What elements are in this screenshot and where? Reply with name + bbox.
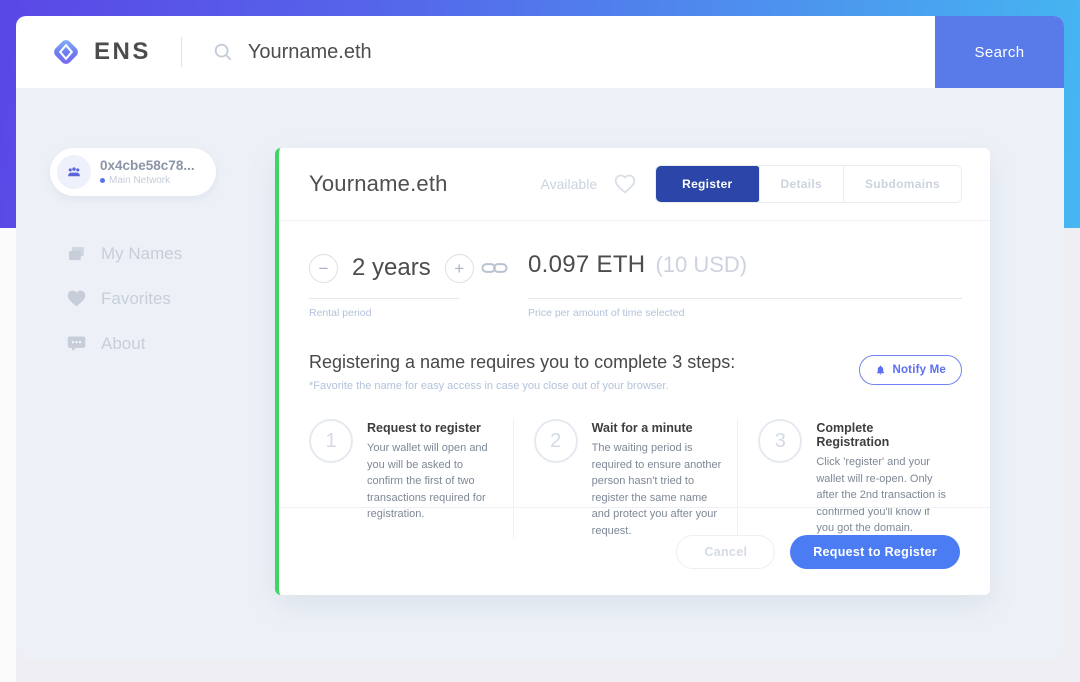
sidebar-item-label: My Names xyxy=(101,244,182,264)
accounts-icon xyxy=(65,163,83,181)
bell-icon xyxy=(875,364,886,376)
sidebar-item-about[interactable]: About xyxy=(66,321,182,366)
rental-underline xyxy=(309,298,459,299)
favorite-heart-icon[interactable] xyxy=(613,172,637,196)
step-1-number: 1 xyxy=(309,419,353,463)
main-panel: 0x4cbe58c78... Main Network My Names xyxy=(16,88,1064,660)
card-footer: Cancel Request to Register xyxy=(279,507,990,595)
search-button[interactable]: Search xyxy=(935,16,1064,88)
chat-icon xyxy=(66,333,88,355)
rental-stepper: − 2 years + xyxy=(309,251,459,285)
step-3-number: 3 xyxy=(758,419,802,463)
card-header: Yourname.eth Available Register Details … xyxy=(279,148,990,221)
sidebar-item-my-names[interactable]: My Names xyxy=(66,231,182,276)
price-underline xyxy=(528,298,962,299)
step-2-number: 2 xyxy=(534,419,578,463)
avatar xyxy=(57,155,91,189)
search-icon xyxy=(212,41,234,63)
sidebar-item-label: About xyxy=(101,334,145,354)
rental-period-field: − 2 years + Rental period xyxy=(309,251,459,319)
steps-heading: Registering a name requires you to compl… xyxy=(309,352,735,373)
steps-heading-row: Registering a name requires you to compl… xyxy=(309,352,962,392)
rental-period-value: 2 years xyxy=(352,254,431,282)
tab-details[interactable]: Details xyxy=(759,166,843,202)
tab-register[interactable]: Register xyxy=(655,165,759,203)
network-dot-icon xyxy=(100,178,105,183)
card-body: − 2 years + Rental period xyxy=(279,221,990,539)
card-header-right: Available Register Details Subdomains xyxy=(541,165,962,203)
names-icon xyxy=(66,243,88,265)
link-icon xyxy=(481,260,508,281)
brand-name: ENS xyxy=(94,38,151,66)
notify-me-label: Notify Me xyxy=(892,364,946,376)
wallet-pill[interactable]: 0x4cbe58c78... Main Network xyxy=(50,148,216,196)
domain-name: Yourname.eth xyxy=(309,171,448,197)
wallet-address: 0x4cbe58c78... xyxy=(100,158,195,173)
availability-status: Available xyxy=(541,176,598,192)
tab-group: Register Details Subdomains xyxy=(655,165,962,203)
domain-card: Yourname.eth Available Register Details … xyxy=(275,148,990,595)
cancel-button[interactable]: Cancel xyxy=(676,535,775,569)
steps-note: *Favorite the name for easy access in ca… xyxy=(309,380,735,392)
price-eth: 0.097 ETH xyxy=(528,251,645,279)
step-title: Wait for a minute xyxy=(592,421,722,435)
ens-app: ENS Search 0x4cbe58c78... xyxy=(0,0,1080,682)
price-line: 0.097 ETH (10 USD) xyxy=(528,251,962,285)
sidebar-item-label: Favorites xyxy=(101,289,171,309)
price-field: 0.097 ETH (10 USD) Price per amount of t… xyxy=(528,251,962,319)
price-usd: (10 USD) xyxy=(655,252,747,278)
steps-heading-block: Registering a name requires you to compl… xyxy=(309,352,735,392)
ens-logo-icon xyxy=(50,36,82,68)
request-to-register-button[interactable]: Request to Register xyxy=(790,535,960,569)
increase-years-button[interactable]: + xyxy=(445,254,474,283)
pricing-row: − 2 years + Rental period xyxy=(309,251,962,319)
header-bar: ENS Search xyxy=(16,16,1064,88)
header-divider xyxy=(181,37,182,67)
sidebar-nav: My Names Favorites xyxy=(66,231,182,366)
price-label: Price per amount of time selected xyxy=(528,307,962,319)
sidebar-item-favorites[interactable]: Favorites xyxy=(66,276,182,321)
left-margin xyxy=(0,228,16,682)
step-title: Complete Registration xyxy=(816,421,946,449)
wallet-info: 0x4cbe58c78... Main Network xyxy=(100,158,195,186)
step-title: Request to register xyxy=(367,421,497,435)
tab-subdomains[interactable]: Subdomains xyxy=(843,166,961,202)
decrease-years-button[interactable]: − xyxy=(309,254,338,283)
network-name: Main Network xyxy=(109,175,170,186)
rental-period-label: Rental period xyxy=(309,307,459,319)
network-row: Main Network xyxy=(100,175,195,186)
notify-me-button[interactable]: Notify Me xyxy=(859,355,962,385)
heart-icon xyxy=(66,288,88,310)
brand: ENS xyxy=(50,36,151,68)
